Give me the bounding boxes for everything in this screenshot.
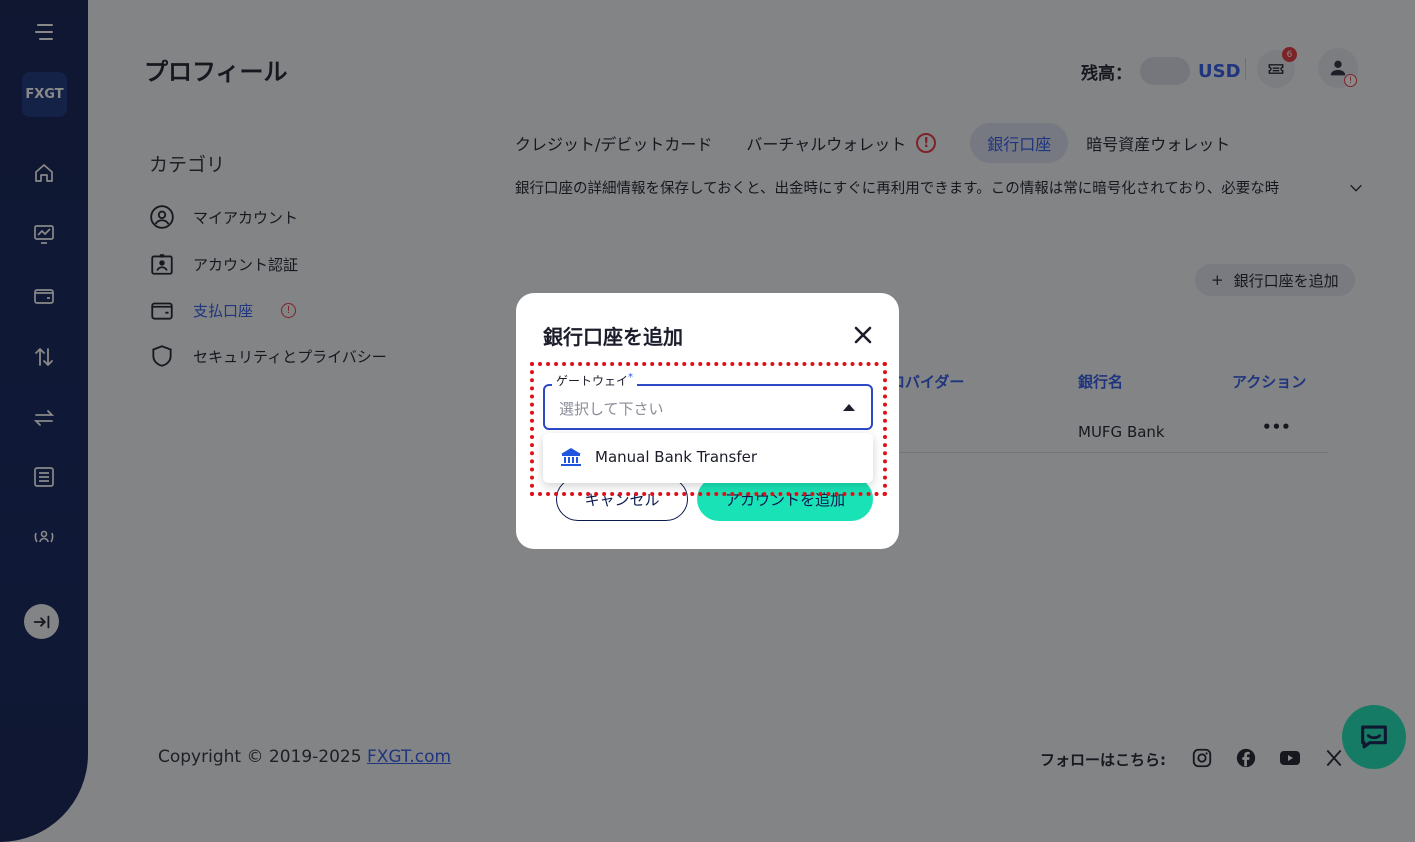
gateway-placeholder: 選択して下さい	[559, 400, 664, 418]
option-label: Manual Bank Transfer	[595, 448, 758, 466]
gateway-label-text: ゲートウェイ	[556, 374, 629, 388]
caret-up-icon	[843, 404, 855, 411]
cancel-button[interactable]: キャンセル	[556, 477, 688, 521]
modal-title: 銀行口座を追加	[543, 325, 683, 349]
bank-icon	[561, 448, 581, 466]
add-account-button[interactable]: アカウントを追加	[697, 477, 873, 521]
gateway-dropdown: Manual Bank Transfer	[543, 433, 873, 483]
required-mark: *	[628, 372, 634, 383]
option-manual-bank-transfer[interactable]: Manual Bank Transfer	[559, 445, 757, 469]
gateway-label: ゲートウェイ*	[552, 372, 638, 389]
gateway-select[interactable]: 選択して下さい	[543, 384, 873, 430]
add-bank-account-modal: 銀行口座を追加 キャンセル アカウントを追加 選択して下さい ゲートウェイ* M…	[516, 293, 899, 549]
close-icon[interactable]	[851, 323, 875, 347]
